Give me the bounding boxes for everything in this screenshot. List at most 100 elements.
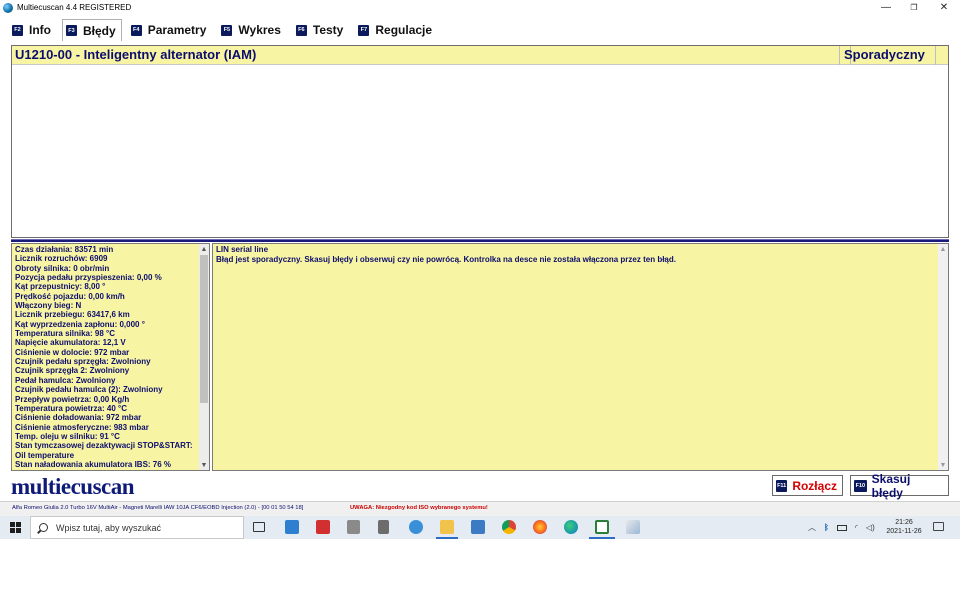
battery-icon[interactable] — [836, 524, 847, 531]
parameter-item: Napięcie akumulatora: 12,1 V — [15, 338, 126, 348]
tab-testy[interactable]: F6 Testy — [292, 19, 349, 41]
parameter-item: Przepływ powietrza: 0,00 Kg/h — [15, 394, 130, 404]
tab-label: Parametry — [147, 23, 207, 37]
description-text: Błąd jest sporadyczny. Skasuj błędy i ob… — [216, 255, 676, 264]
clock-time: 21:26 — [895, 519, 913, 526]
fault-description-panel: LIN serial line Błąd jest sporadyczny. S… — [212, 243, 949, 471]
media-app-icon[interactable] — [316, 520, 330, 534]
paint-app-icon[interactable] — [626, 520, 640, 534]
scroll-thumb[interactable] — [200, 255, 208, 403]
description-title: LIN serial line — [216, 245, 269, 254]
multiecuscan-taskbar-icon[interactable] — [595, 520, 609, 534]
parameter-list: Czas działania: 83571 min Licznik rozruch… — [15, 245, 199, 469]
tab-label: Wykres — [238, 23, 281, 37]
minimize-button[interactable]: — — [872, 0, 900, 15]
tab-wykres[interactable]: F5 Wykres — [217, 19, 286, 41]
parameter-item: Stan naładowania akumulatora IBS: 76 % — [15, 459, 172, 469]
f7-key-icon: F7 — [358, 24, 370, 36]
parameter-item: Oil temperature — [15, 450, 75, 460]
parameter-item: Temperatura silnika: 98 °C — [15, 329, 115, 339]
edge-icon[interactable] — [564, 520, 578, 534]
device-app-icon[interactable] — [347, 520, 360, 534]
f11-key-icon: F11 — [776, 479, 788, 492]
app-window: Multiecuscan 4.4 REGISTERED — ❐ ✕ F2 Inf… — [0, 0, 960, 600]
parameter-item: Licznik rozruchów: 6909 — [15, 254, 108, 264]
column-divider — [839, 46, 840, 65]
parameter-item: Licznik przebiegu: 63417,6 km — [15, 310, 130, 320]
parameter-item: Obroty silnika: 0 obr/min — [15, 263, 110, 273]
f3-key-icon: F3 — [66, 25, 77, 36]
clear-faults-button[interactable]: F10 Skasuj błędy — [850, 472, 949, 500]
volume-icon[interactable]: ◁) — [866, 523, 875, 532]
system-tray: ︿ ᛒ ◜ ◁) — [808, 516, 875, 539]
settings-app-icon[interactable] — [285, 520, 299, 534]
parameter-item: Ciśnienie doładowania: 972 mbar — [15, 413, 142, 423]
start-button[interactable] — [0, 516, 30, 539]
tab-info[interactable]: F2 Info — [8, 19, 57, 41]
scroll-up-icon[interactable]: ▲ — [938, 244, 948, 254]
column-divider — [935, 46, 936, 65]
parameter-item: Włączony bieg: N — [15, 301, 82, 311]
f4-key-icon: F4 — [130, 24, 142, 36]
fault-list: U1210-00 - Inteligentny alternator (IAM)… — [11, 45, 949, 238]
calculator-icon[interactable] — [378, 520, 389, 534]
tab-bledy[interactable]: F3 Błędy — [62, 19, 122, 41]
calendar-app-icon[interactable] — [471, 520, 485, 534]
app-icon — [3, 2, 13, 13]
tab-regulacje[interactable]: F7 Regulacje — [354, 19, 438, 41]
parameter-item: Czujnik pedału sprzęgła: Zwolniony — [15, 357, 151, 367]
scroll-down-icon[interactable]: ▼ — [199, 460, 209, 470]
parameter-item: Stan tymczasowej dezaktywacji STOP&START… — [15, 441, 193, 451]
tab-parametry[interactable]: F4 Parametry — [127, 19, 213, 41]
running-indicator — [589, 537, 615, 539]
parameter-item: Czas działania: 83571 min — [15, 245, 114, 254]
f6-key-icon: F6 — [295, 24, 307, 36]
task-view-icon[interactable] — [253, 522, 265, 532]
restore-button[interactable]: ❐ — [900, 0, 928, 15]
parameter-item: Kąt przepustnicy: 8,00 ° — [15, 282, 106, 292]
panel-splitter[interactable] — [11, 239, 949, 242]
f2-key-icon: F2 — [12, 24, 23, 36]
taskbar-search[interactable]: Wpisz tutaj, aby wyszukać — [30, 516, 244, 539]
parameter-item: Prędkość pojazdu: 0,00 km/h — [15, 291, 125, 301]
chrome-icon[interactable] — [502, 520, 516, 534]
fault-status: Sporadyczny — [844, 47, 925, 62]
f5-key-icon: F5 — [221, 24, 233, 36]
disconnect-button[interactable]: F11 Rozłącz — [772, 475, 843, 496]
window-title: Multiecuscan 4.4 REGISTERED — [17, 3, 132, 12]
vehicle-info: Alfa Romeo Giulia 2.0 Turbo 16V MultiAir… — [12, 505, 304, 511]
tab-label: Regulacje — [375, 23, 433, 37]
tab-label: Testy — [312, 23, 344, 37]
tab-label: Błędy — [83, 23, 116, 38]
photos-app-icon[interactable] — [409, 520, 423, 534]
description-scrollbar[interactable]: ▲ ▼ — [938, 244, 948, 470]
tray-chevron-icon[interactable]: ︿ — [808, 522, 816, 533]
parameter-scrollbar[interactable]: ▲ ▼ — [199, 244, 209, 470]
tab-label: Info — [29, 23, 51, 37]
search-placeholder: Wpisz tutaj, aby wyszukać — [56, 522, 162, 533]
fault-code: U1210-00 - Inteligentny alternator (IAM) — [15, 47, 257, 62]
parameter-item: Temp. oleju w silniku: 91 °C — [15, 431, 120, 441]
parameter-item: Pedał hamulca: Zwolniony — [15, 375, 116, 385]
parameter-item: Pozycja pedału przyspieszenia: 0,00 % — [15, 273, 162, 283]
running-indicator — [436, 537, 458, 539]
clear-faults-label: Skasuj błędy — [871, 471, 911, 500]
parameter-item: Czujnik pedału hamulca (2): Zwolniony — [15, 385, 163, 395]
firefox-icon[interactable] — [533, 520, 547, 534]
windows-icon — [9, 522, 21, 533]
wifi-icon[interactable]: ◜ — [855, 523, 858, 532]
close-button[interactable]: ✕ — [930, 0, 958, 15]
scroll-up-icon[interactable]: ▲ — [199, 244, 209, 254]
taskbar: Wpisz tutaj, aby wyszukać ︿ ᛒ ◜ ◁) 21:26… — [0, 516, 960, 539]
fault-row[interactable]: U1210-00 - Inteligentny alternator (IAM)… — [12, 46, 948, 65]
file-explorer-icon[interactable] — [440, 520, 454, 534]
taskbar-clock[interactable]: 21:26 2021-11-26 — [880, 518, 928, 536]
status-bar: Alfa Romeo Giulia 2.0 Turbo 16V MultiAir… — [0, 501, 960, 516]
parameter-item: Ciśnienie atmosferyczne: 983 mbar — [15, 422, 149, 432]
bluetooth-icon[interactable]: ᛒ — [824, 523, 829, 532]
scroll-down-icon[interactable]: ▼ — [938, 460, 948, 470]
search-icon — [39, 523, 48, 532]
title-bar: Multiecuscan 4.4 REGISTERED — ❐ ✕ — [0, 0, 960, 15]
tab-bar: F2 Info F3 Błędy F4 Parametry F5 Wykres … — [8, 19, 443, 41]
notifications-icon[interactable] — [933, 522, 944, 531]
